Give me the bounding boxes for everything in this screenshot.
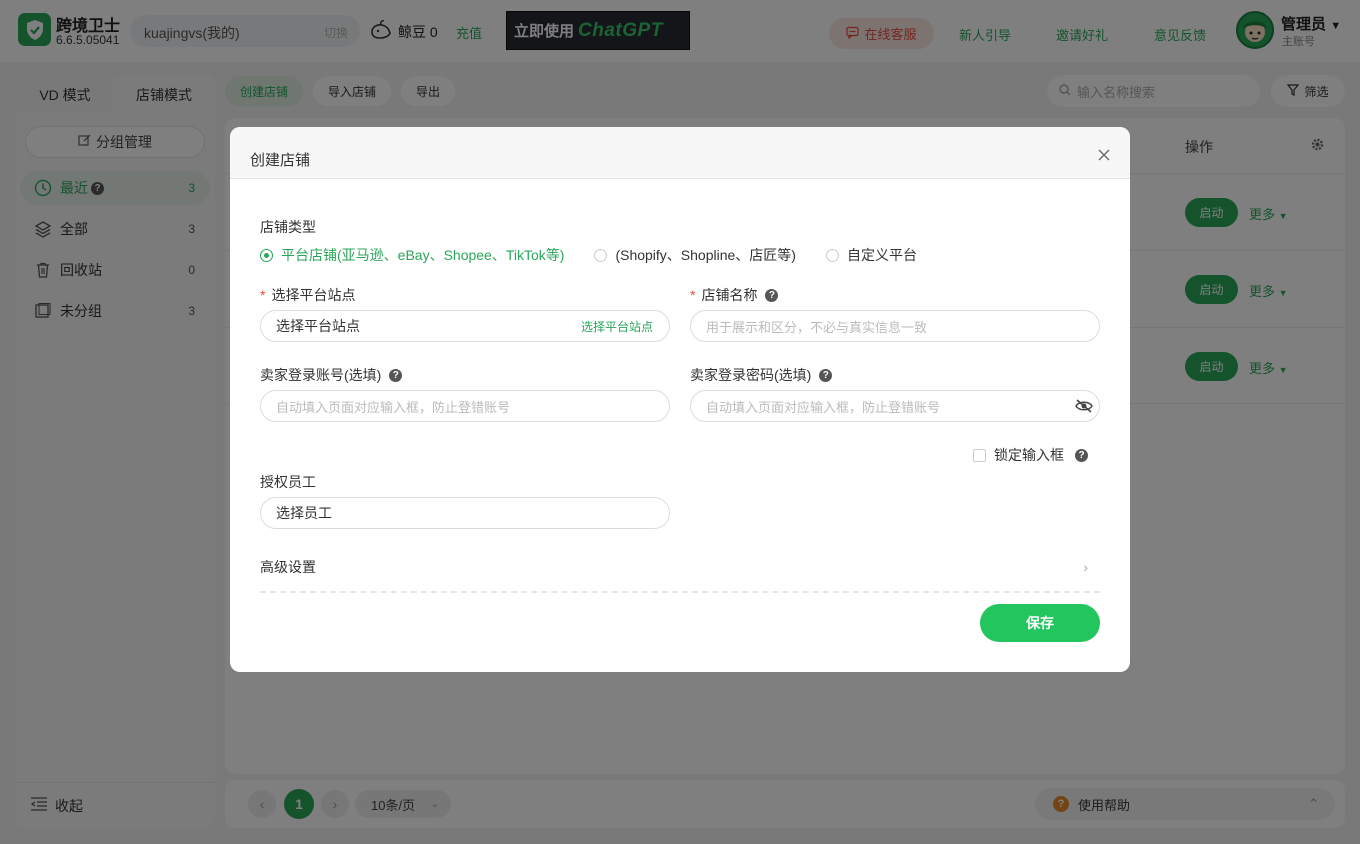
eye-off-icon[interactable] bbox=[1075, 398, 1093, 417]
select-site-link[interactable]: 选择平台站点 bbox=[581, 318, 653, 335]
platform-site-select[interactable]: 选择平台站点 选择平台站点 bbox=[260, 310, 670, 342]
seller-account-label-text: 卖家登录账号(选填) bbox=[260, 367, 382, 383]
seller-account-label: 卖家登录账号(选填) ? bbox=[260, 365, 403, 385]
seller-password-field[interactable]: 自动填入页面对应输入框，防止登错账号 bbox=[690, 390, 1100, 422]
store-name-placeholder: 用于展示和区分，不必与真实信息一致 bbox=[706, 319, 928, 335]
dialog-title: 创建店铺 bbox=[250, 152, 311, 169]
help-icon[interactable]: ? bbox=[765, 288, 779, 302]
close-icon[interactable] bbox=[1098, 149, 1110, 164]
staff-select[interactable]: 选择员工 bbox=[260, 497, 670, 529]
help-icon[interactable]: ? bbox=[1075, 448, 1088, 462]
radio-independent-store[interactable]: (Shopify、Shopline、店匠等) bbox=[594, 245, 796, 265]
advanced-settings-toggle[interactable]: 高级设置 › bbox=[260, 557, 1100, 593]
checkbox[interactable] bbox=[973, 448, 986, 462]
radio-label: 自定义平台 bbox=[846, 247, 917, 263]
seller-password-placeholder: 自动填入页面对应输入框，防止登错账号 bbox=[706, 399, 941, 415]
seller-account-field[interactable]: 自动填入页面对应输入框，防止登错账号 bbox=[260, 390, 670, 422]
seller-account-placeholder: 自动填入页面对应输入框，防止登错账号 bbox=[276, 399, 511, 415]
radio-custom-platform[interactable]: 自定义平台 bbox=[825, 245, 917, 265]
site-label: * 选择平台站点 bbox=[260, 285, 355, 305]
advanced-label: 高级设置 bbox=[260, 559, 316, 575]
radio-label: 平台店铺(亚马逊、eBay、Shopee、TikTok等) bbox=[281, 247, 565, 263]
seller-password-label-text: 卖家登录密码(选填) bbox=[690, 367, 812, 383]
site-value: 选择平台站点 bbox=[276, 318, 360, 334]
store-type-label: 店铺类型 bbox=[260, 219, 316, 235]
lock-input-checkbox[interactable]: 锁定输入框 ? bbox=[973, 445, 1088, 465]
staff-value: 选择员工 bbox=[276, 505, 332, 521]
seller-password-label: 卖家登录密码(选填) ? bbox=[690, 365, 833, 385]
required-mark: * bbox=[690, 287, 696, 303]
create-store-dialog: 创建店铺 店铺类型 平台店铺(亚马逊、eBay、Shopee、TikTok等) … bbox=[230, 127, 1130, 672]
store-name-label-text: 店铺名称 bbox=[701, 287, 758, 303]
lock-label: 锁定输入框 bbox=[994, 447, 1064, 463]
staff-label: 授权员工 bbox=[260, 474, 316, 490]
site-label-text: 选择平台站点 bbox=[271, 287, 356, 303]
radio-dot bbox=[594, 248, 608, 262]
required-mark: * bbox=[260, 287, 266, 303]
save-button[interactable]: 保存 bbox=[980, 604, 1100, 642]
chevron-right-icon: › bbox=[1083, 559, 1088, 575]
store-name-label: * 店铺名称 ? bbox=[690, 285, 779, 305]
store-type-radio-group: 平台店铺(亚马逊、eBay、Shopee、TikTok等) (Shopify、S… bbox=[260, 245, 947, 265]
help-icon[interactable]: ? bbox=[389, 368, 403, 382]
radio-dot bbox=[260, 248, 273, 262]
radio-dot bbox=[825, 248, 839, 262]
radio-label: (Shopify、Shopline、店匠等) bbox=[615, 247, 796, 263]
store-name-field[interactable]: 用于展示和区分，不必与真实信息一致 bbox=[690, 310, 1100, 342]
help-icon[interactable]: ? bbox=[819, 368, 833, 382]
dialog-header: 创建店铺 bbox=[230, 127, 1130, 179]
radio-platform-store[interactable]: 平台店铺(亚马逊、eBay、Shopee、TikTok等) bbox=[260, 245, 564, 265]
